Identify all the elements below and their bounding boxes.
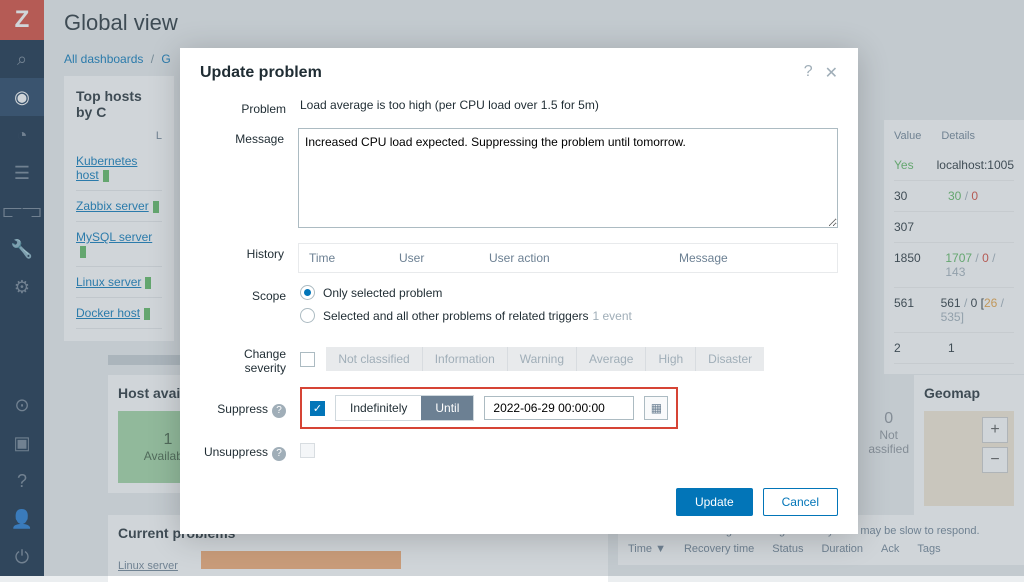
severity-warning[interactable]: Warning — [508, 347, 577, 371]
history-header: Time User User action Message — [298, 243, 838, 273]
severity-label: Change severity — [200, 343, 300, 375]
help-icon[interactable]: ? — [272, 404, 286, 418]
suppress-checkbox[interactable] — [310, 401, 325, 416]
help-icon[interactable]: ? — [272, 447, 286, 461]
radio-icon — [300, 285, 315, 300]
suppress-highlight: Indefinitely Until ▦ — [300, 387, 678, 429]
suppress-indefinitely-toggle[interactable]: Indefinitely — [336, 396, 421, 420]
modal-close-icon[interactable]: ✕ — [825, 63, 838, 83]
severity-buttons: Not classified Information Warning Avera… — [326, 347, 764, 371]
problem-label: Problem — [200, 98, 300, 116]
severity-disaster[interactable]: Disaster — [696, 347, 764, 371]
modal-title: Update problem — [200, 64, 322, 82]
update-problem-modal: Update problem ? ✕ Problem Load average … — [180, 48, 858, 534]
problem-text: Load average is too high (per CPU load o… — [300, 98, 838, 112]
scope-label: Scope — [200, 285, 300, 303]
unsuppress-label: Unsuppress? — [200, 441, 300, 461]
suppress-date-input[interactable] — [484, 396, 634, 420]
radio-icon — [300, 308, 315, 323]
suppress-until-toggle[interactable]: Until — [421, 396, 473, 420]
severity-not-classified[interactable]: Not classified — [326, 347, 422, 371]
history-label: History — [200, 243, 298, 261]
severity-high[interactable]: High — [646, 347, 696, 371]
cancel-button[interactable]: Cancel — [763, 488, 838, 516]
message-label: Message — [200, 128, 298, 146]
severity-information[interactable]: Information — [423, 347, 508, 371]
scope-option-selected[interactable]: Only selected problem — [300, 285, 838, 300]
unsuppress-checkbox[interactable] — [300, 443, 315, 458]
modal-help-icon[interactable]: ? — [804, 63, 813, 83]
severity-average[interactable]: Average — [577, 347, 646, 371]
update-button[interactable]: Update — [676, 488, 753, 516]
message-textarea[interactable] — [298, 128, 838, 228]
scope-option-all[interactable]: Selected and all other problems of relat… — [300, 308, 838, 323]
severity-checkbox[interactable] — [300, 352, 315, 367]
suppress-label: Suppress? — [200, 398, 300, 418]
calendar-icon[interactable]: ▦ — [644, 396, 668, 420]
